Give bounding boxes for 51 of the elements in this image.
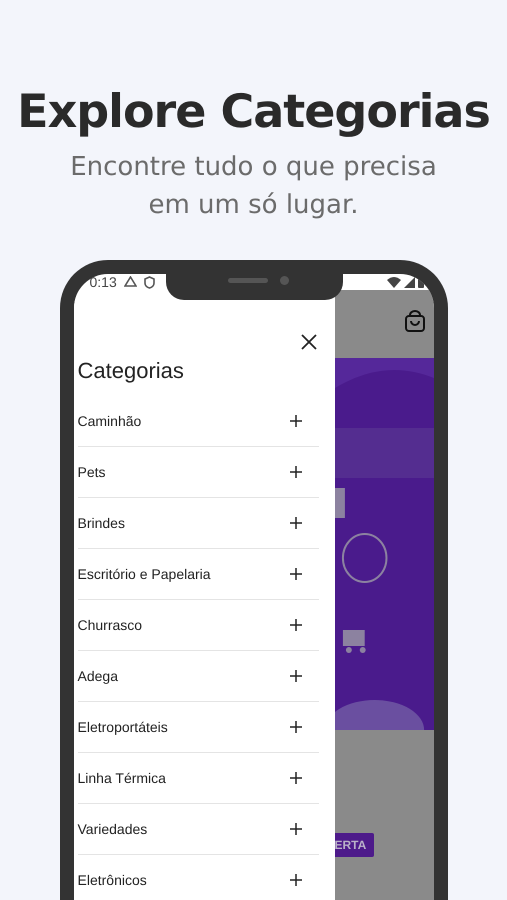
headline-subtitle: Encontre tudo o que precisa em um só lugar. — [69, 151, 438, 222]
category-item[interactable]: Linha Térmica — [78, 753, 318, 804]
status-time: 0:13 — [90, 274, 117, 290]
category-item[interactable]: Caminhão — [78, 396, 318, 447]
category-label: Adega — [78, 668, 118, 684]
category-item[interactable]: Variedades — [78, 804, 318, 855]
category-item[interactable]: Eletroportáteis — [78, 702, 318, 753]
plus-icon — [288, 771, 302, 785]
offer-button[interactable]: ERTA — [334, 833, 374, 857]
close-button[interactable] — [298, 332, 318, 352]
plus-icon — [288, 822, 302, 836]
category-item[interactable]: Churrasco — [78, 600, 318, 651]
expand-button[interactable] — [288, 822, 302, 836]
category-label: Variedades — [78, 821, 148, 837]
category-item[interactable]: Brindes — [78, 498, 318, 549]
shopping-bag-icon[interactable] — [404, 310, 426, 332]
expand-button[interactable] — [288, 618, 302, 632]
category-item[interactable]: Adega — [78, 651, 318, 702]
expand-button[interactable] — [288, 465, 302, 479]
category-item[interactable]: Eletrônicos — [78, 855, 318, 900]
plus-icon — [288, 669, 302, 683]
category-label: Brindes — [78, 515, 125, 531]
signal-icon — [404, 276, 414, 288]
category-label: Caminhão — [78, 413, 142, 429]
expand-button[interactable] — [288, 516, 302, 530]
drive-icon — [124, 276, 137, 288]
plus-icon — [288, 720, 302, 734]
category-label: Eletroportáteis — [78, 719, 168, 735]
wifi-icon — [386, 276, 400, 288]
plus-icon — [288, 618, 302, 632]
category-label: Escritório e Papelaria — [78, 566, 211, 582]
shield-icon — [144, 276, 155, 288]
plus-icon — [288, 873, 302, 887]
expand-button[interactable] — [288, 567, 302, 581]
plus-icon — [288, 465, 302, 479]
headline-title: Explore Categorias — [17, 84, 490, 138]
plus-icon — [288, 516, 302, 530]
plus-icon — [288, 567, 302, 581]
category-label: Linha Térmica — [78, 770, 166, 786]
category-label: Pets — [78, 464, 106, 480]
expand-button[interactable] — [288, 720, 302, 734]
expand-button[interactable] — [288, 669, 302, 683]
expand-button[interactable] — [288, 771, 302, 785]
drawer-title: Categorias — [78, 358, 185, 384]
category-label: Churrasco — [78, 617, 142, 633]
plus-icon — [288, 414, 302, 428]
category-label: Eletrônicos — [78, 872, 147, 888]
expand-button[interactable] — [288, 414, 302, 428]
expand-button[interactable] — [288, 873, 302, 887]
category-item[interactable]: Pets — [78, 447, 318, 498]
category-item[interactable]: Escritório e Papelaria — [78, 549, 318, 600]
